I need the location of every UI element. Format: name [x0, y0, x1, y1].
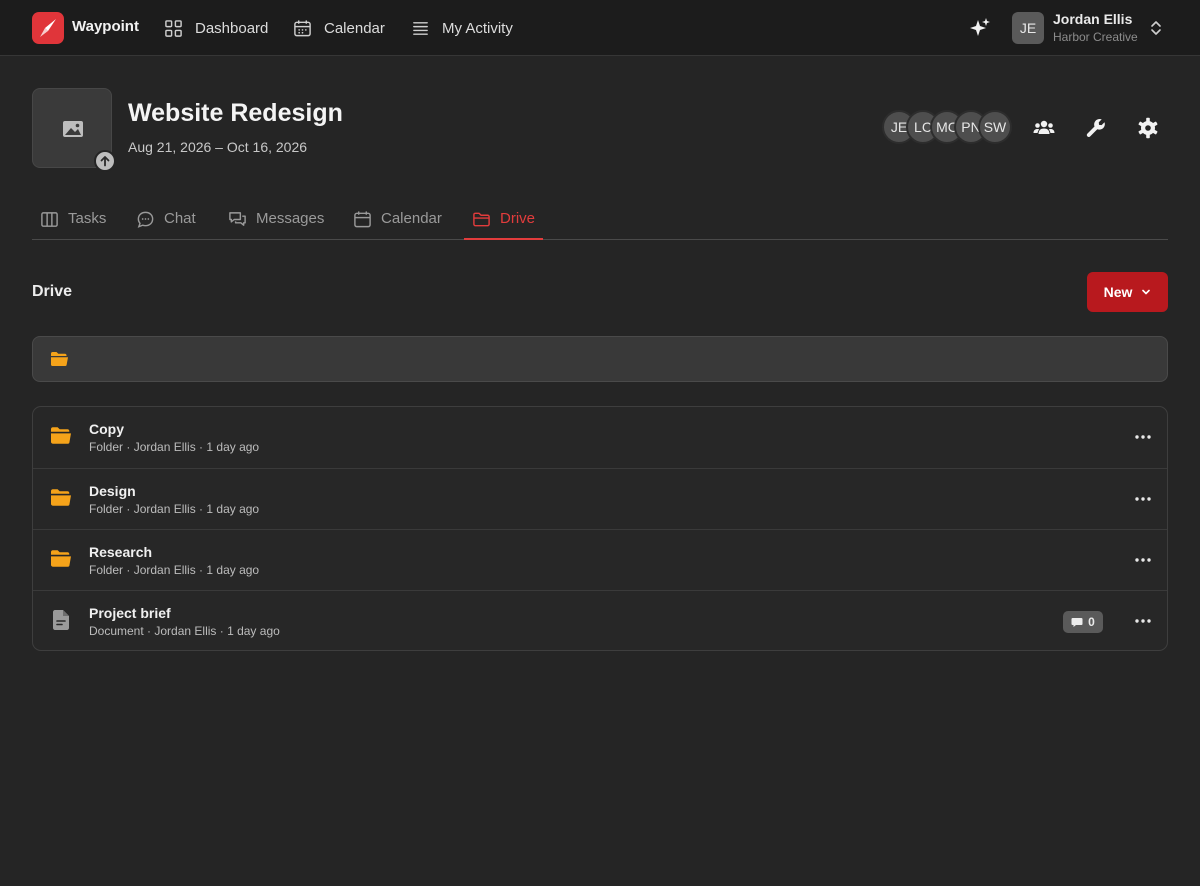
nav-dashboard[interactable]: Dashboard: [164, 16, 268, 40]
compass-needle-icon: [40, 19, 56, 37]
more-options-icon[interactable]: [1131, 550, 1155, 570]
app-name[interactable]: Waypoint: [72, 18, 139, 35]
ai-sparkle-icon[interactable]: [968, 16, 992, 40]
nav-calendar-label: Calendar: [324, 19, 385, 37]
comment-icon: [1071, 617, 1083, 627]
gear-icon[interactable]: [1136, 116, 1160, 140]
file-meta: Folder · Jordan Ellis · 1 day ago: [89, 563, 260, 577]
waypoint-logo[interactable]: [32, 12, 64, 44]
wrench-icon[interactable]: [1084, 116, 1108, 140]
user-name[interactable]: Jordan Ellis: [1053, 11, 1132, 27]
new-button[interactable]: New: [1087, 272, 1168, 312]
drive-heading: Drive: [32, 283, 73, 300]
list-item[interactable]: Research Folder · Jordan Ellis · 1 day a…: [33, 529, 1167, 590]
calendar-icon: [294, 19, 311, 36]
chat-bubble-icon: [137, 211, 154, 228]
tab-calendar[interactable]: Calendar: [353, 200, 442, 240]
file-name: Project brief: [89, 605, 171, 621]
member-avatar[interactable]: SW: [978, 110, 1012, 144]
chevron-down-icon: [1142, 289, 1151, 295]
nav-dashboard-label: Dashboard: [195, 19, 269, 37]
folder-icon: [51, 550, 71, 567]
comment-count-badge[interactable]: 0: [1063, 611, 1103, 633]
project-tabs: Tasks Chat Messages Calendar Drive: [32, 200, 1168, 240]
folder-icon[interactable]: [50, 351, 69, 367]
more-options-icon[interactable]: [1131, 489, 1155, 509]
tab-tasks[interactable]: Tasks: [40, 200, 106, 240]
upload-image-button[interactable]: [94, 150, 116, 172]
project-dates: Aug 21, 2026 – Oct 16, 2026: [128, 139, 308, 155]
file-name: Copy: [89, 421, 124, 437]
grid-icon: [165, 19, 182, 37]
tab-chat-label: Chat: [164, 210, 196, 227]
messages-icon: [229, 212, 246, 226]
tab-drive[interactable]: Drive: [464, 200, 543, 240]
file-name: Design: [89, 483, 136, 499]
tab-calendar-label: Calendar: [381, 210, 442, 227]
columns-icon: [41, 212, 58, 227]
file-meta: Folder · Jordan Ellis · 1 day ago: [89, 502, 260, 516]
file-meta: Folder · Jordan Ellis · 1 day ago: [89, 440, 260, 454]
drive-file-list: Copy Folder · Jordan Ellis · 1 day ago D…: [32, 406, 1168, 651]
user-organization: Harbor Creative: [1053, 30, 1138, 44]
folder-icon: [51, 427, 71, 444]
file-meta: Document · Jordan Ellis · 1 day ago: [89, 624, 280, 638]
new-button-label: New: [1103, 284, 1133, 300]
tab-tasks-label: Tasks: [68, 210, 107, 227]
folder-icon: [51, 489, 71, 506]
arrow-up-icon: [100, 156, 110, 167]
calendar-icon: [354, 211, 371, 228]
list-item[interactable]: Design Folder · Jordan Ellis · 1 day ago: [33, 468, 1167, 529]
nav-my-activity-label: My Activity: [442, 19, 513, 37]
tab-messages[interactable]: Messages: [228, 200, 324, 240]
folder-icon: [473, 212, 490, 227]
user-avatar[interactable]: JE: [1012, 12, 1044, 44]
comment-count: 0: [1088, 615, 1095, 629]
list-item[interactable]: Copy Folder · Jordan Ellis · 1 day ago: [33, 407, 1167, 468]
tab-messages-label: Messages: [256, 210, 325, 227]
team-icon[interactable]: [1032, 116, 1056, 140]
top-bar: Waypoint Dashboard Calendar My Activity: [0, 0, 1200, 56]
file-name: Research: [89, 544, 153, 560]
drive-breadcrumb: [32, 336, 1168, 382]
image-icon: [63, 121, 83, 137]
list-item[interactable]: Project brief Document · Jordan Ellis · …: [33, 590, 1167, 650]
document-icon: [53, 610, 69, 630]
more-options-icon[interactable]: [1131, 427, 1155, 447]
tab-drive-label: Drive: [500, 210, 536, 227]
project-title: Website Redesign: [128, 99, 343, 127]
chevron-up-down-icon[interactable]: [1148, 18, 1164, 38]
tab-chat[interactable]: Chat: [136, 200, 196, 240]
more-options-icon[interactable]: [1131, 611, 1155, 631]
nav-my-activity[interactable]: My Activity: [411, 16, 513, 40]
list-icon: [413, 21, 428, 35]
nav-calendar[interactable]: Calendar: [293, 16, 385, 40]
